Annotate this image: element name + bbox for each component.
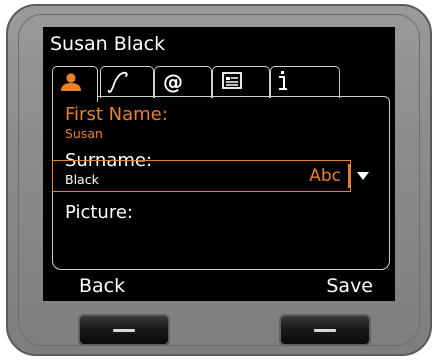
key-bar-icon	[113, 329, 135, 332]
contact-title: Susan Black	[50, 33, 166, 55]
info-icon	[279, 71, 287, 90]
tab-phone[interactable]	[100, 66, 154, 98]
softkey-bar: Back Save	[43, 273, 395, 301]
dropdown-arrow-icon[interactable]	[357, 172, 369, 180]
tab-email[interactable]: @	[154, 66, 212, 98]
save-softkey[interactable]: Save	[326, 273, 373, 299]
key-bar-icon	[314, 329, 336, 332]
first-name-label: First Name:	[65, 104, 168, 125]
picture-input[interactable]: Abc	[52, 160, 351, 192]
first-name-field[interactable]: Susan	[65, 127, 103, 141]
text-cursor	[348, 164, 350, 188]
tab-contact-card[interactable]	[212, 66, 270, 98]
tab-personal[interactable]	[52, 66, 98, 102]
display-screen: Susan Black @ First Name: Susan Surname:…	[43, 27, 395, 301]
left-hardware-key[interactable]	[78, 314, 170, 346]
tab-info[interactable]	[270, 66, 340, 98]
at-sign-icon: @	[163, 70, 183, 94]
right-hardware-key[interactable]	[279, 314, 371, 346]
phone-handset-icon	[107, 71, 128, 93]
input-mode-indicator: Abc	[309, 166, 341, 186]
back-softkey[interactable]: Back	[79, 273, 125, 299]
svg-text:@: @	[163, 70, 183, 94]
picture-label: Picture:	[65, 202, 133, 223]
contact-card-icon	[222, 72, 242, 89]
person-icon	[61, 73, 81, 91]
